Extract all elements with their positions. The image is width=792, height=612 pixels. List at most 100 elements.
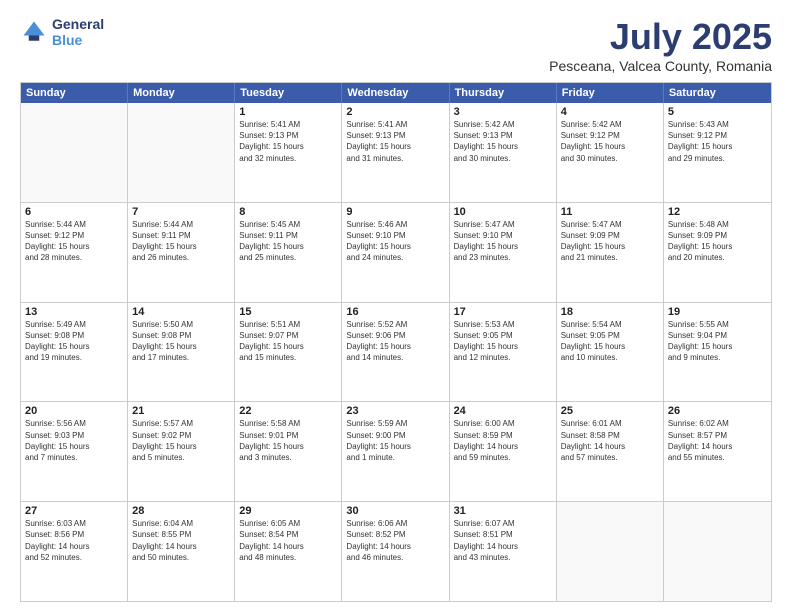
calendar-cell-empty-4-6 — [664, 502, 771, 601]
logo-blue: Blue — [52, 32, 104, 48]
calendar-cell-24: 24Sunrise: 6:00 AM Sunset: 8:59 PM Dayli… — [450, 402, 557, 501]
day-info: Sunrise: 5:52 AM Sunset: 9:06 PM Dayligh… — [346, 319, 444, 364]
calendar-cell-23: 23Sunrise: 5:59 AM Sunset: 9:00 PM Dayli… — [342, 402, 449, 501]
day-info: Sunrise: 5:59 AM Sunset: 9:00 PM Dayligh… — [346, 418, 444, 463]
day-info: Sunrise: 5:42 AM Sunset: 9:13 PM Dayligh… — [454, 119, 552, 164]
calendar-cell-12: 12Sunrise: 5:48 AM Sunset: 9:09 PM Dayli… — [664, 203, 771, 302]
title-block: July 2025 Pesceana, Valcea County, Roman… — [549, 16, 772, 74]
day-number: 28 — [132, 505, 230, 517]
day-number: 13 — [25, 306, 123, 318]
calendar-cell-8: 8Sunrise: 5:45 AM Sunset: 9:11 PM Daylig… — [235, 203, 342, 302]
day-number: 4 — [561, 106, 659, 118]
calendar-cell-21: 21Sunrise: 5:57 AM Sunset: 9:02 PM Dayli… — [128, 402, 235, 501]
header-day-tuesday: Tuesday — [235, 83, 342, 103]
header-day-wednesday: Wednesday — [342, 83, 449, 103]
day-number: 3 — [454, 106, 552, 118]
day-info: Sunrise: 5:41 AM Sunset: 9:13 PM Dayligh… — [346, 119, 444, 164]
day-info: Sunrise: 6:04 AM Sunset: 8:55 PM Dayligh… — [132, 518, 230, 563]
calendar-cell-4: 4Sunrise: 5:42 AM Sunset: 9:12 PM Daylig… — [557, 103, 664, 202]
header-day-sunday: Sunday — [21, 83, 128, 103]
day-info: Sunrise: 5:49 AM Sunset: 9:08 PM Dayligh… — [25, 319, 123, 364]
day-info: Sunrise: 5:48 AM Sunset: 9:09 PM Dayligh… — [668, 219, 767, 264]
logo-text: General Blue — [52, 16, 104, 48]
day-number: 26 — [668, 405, 767, 417]
main-title: July 2025 — [549, 16, 772, 58]
logo: General Blue — [20, 16, 104, 48]
calendar-cell-13: 13Sunrise: 5:49 AM Sunset: 9:08 PM Dayli… — [21, 303, 128, 402]
day-info: Sunrise: 5:47 AM Sunset: 9:09 PM Dayligh… — [561, 219, 659, 264]
day-info: Sunrise: 5:42 AM Sunset: 9:12 PM Dayligh… — [561, 119, 659, 164]
header-day-saturday: Saturday — [664, 83, 771, 103]
calendar-cell-2: 2Sunrise: 5:41 AM Sunset: 9:13 PM Daylig… — [342, 103, 449, 202]
day-number: 27 — [25, 505, 123, 517]
day-number: 10 — [454, 206, 552, 218]
calendar-row-4: 20Sunrise: 5:56 AM Sunset: 9:03 PM Dayli… — [21, 402, 771, 502]
calendar-cell-6: 6Sunrise: 5:44 AM Sunset: 9:12 PM Daylig… — [21, 203, 128, 302]
header-day-thursday: Thursday — [450, 83, 557, 103]
calendar-cell-3: 3Sunrise: 5:42 AM Sunset: 9:13 PM Daylig… — [450, 103, 557, 202]
day-info: Sunrise: 6:06 AM Sunset: 8:52 PM Dayligh… — [346, 518, 444, 563]
calendar-cell-9: 9Sunrise: 5:46 AM Sunset: 9:10 PM Daylig… — [342, 203, 449, 302]
calendar-cell-empty-0-0 — [21, 103, 128, 202]
calendar-cell-10: 10Sunrise: 5:47 AM Sunset: 9:10 PM Dayli… — [450, 203, 557, 302]
calendar-cell-16: 16Sunrise: 5:52 AM Sunset: 9:06 PM Dayli… — [342, 303, 449, 402]
day-number: 17 — [454, 306, 552, 318]
header-day-monday: Monday — [128, 83, 235, 103]
calendar-cell-15: 15Sunrise: 5:51 AM Sunset: 9:07 PM Dayli… — [235, 303, 342, 402]
subtitle: Pesceana, Valcea County, Romania — [549, 58, 772, 74]
day-number: 9 — [346, 206, 444, 218]
day-number: 23 — [346, 405, 444, 417]
day-info: Sunrise: 6:00 AM Sunset: 8:59 PM Dayligh… — [454, 418, 552, 463]
calendar-cell-1: 1Sunrise: 5:41 AM Sunset: 9:13 PM Daylig… — [235, 103, 342, 202]
day-number: 6 — [25, 206, 123, 218]
page: General Blue July 2025 Pesceana, Valcea … — [0, 0, 792, 612]
day-info: Sunrise: 6:03 AM Sunset: 8:56 PM Dayligh… — [25, 518, 123, 563]
day-info: Sunrise: 5:53 AM Sunset: 9:05 PM Dayligh… — [454, 319, 552, 364]
day-info: Sunrise: 6:07 AM Sunset: 8:51 PM Dayligh… — [454, 518, 552, 563]
day-number: 14 — [132, 306, 230, 318]
day-info: Sunrise: 5:50 AM Sunset: 9:08 PM Dayligh… — [132, 319, 230, 364]
calendar-cell-17: 17Sunrise: 5:53 AM Sunset: 9:05 PM Dayli… — [450, 303, 557, 402]
day-info: Sunrise: 6:02 AM Sunset: 8:57 PM Dayligh… — [668, 418, 767, 463]
logo-icon — [20, 18, 48, 46]
day-info: Sunrise: 5:54 AM Sunset: 9:05 PM Dayligh… — [561, 319, 659, 364]
day-number: 15 — [239, 306, 337, 318]
day-number: 18 — [561, 306, 659, 318]
calendar-row-2: 6Sunrise: 5:44 AM Sunset: 9:12 PM Daylig… — [21, 203, 771, 303]
day-number: 31 — [454, 505, 552, 517]
day-number: 25 — [561, 405, 659, 417]
day-number: 29 — [239, 505, 337, 517]
calendar-cell-5: 5Sunrise: 5:43 AM Sunset: 9:12 PM Daylig… — [664, 103, 771, 202]
day-info: Sunrise: 5:45 AM Sunset: 9:11 PM Dayligh… — [239, 219, 337, 264]
day-info: Sunrise: 5:41 AM Sunset: 9:13 PM Dayligh… — [239, 119, 337, 164]
day-info: Sunrise: 6:01 AM Sunset: 8:58 PM Dayligh… — [561, 418, 659, 463]
calendar-cell-19: 19Sunrise: 5:55 AM Sunset: 9:04 PM Dayli… — [664, 303, 771, 402]
day-info: Sunrise: 5:57 AM Sunset: 9:02 PM Dayligh… — [132, 418, 230, 463]
day-info: Sunrise: 5:51 AM Sunset: 9:07 PM Dayligh… — [239, 319, 337, 364]
day-number: 2 — [346, 106, 444, 118]
calendar-row-5: 27Sunrise: 6:03 AM Sunset: 8:56 PM Dayli… — [21, 502, 771, 601]
calendar-cell-11: 11Sunrise: 5:47 AM Sunset: 9:09 PM Dayli… — [557, 203, 664, 302]
calendar-cell-22: 22Sunrise: 5:58 AM Sunset: 9:01 PM Dayli… — [235, 402, 342, 501]
day-number: 8 — [239, 206, 337, 218]
calendar-cell-31: 31Sunrise: 6:07 AM Sunset: 8:51 PM Dayli… — [450, 502, 557, 601]
day-number: 20 — [25, 405, 123, 417]
calendar: SundayMondayTuesdayWednesdayThursdayFrid… — [20, 82, 772, 602]
day-number: 22 — [239, 405, 337, 417]
day-info: Sunrise: 6:05 AM Sunset: 8:54 PM Dayligh… — [239, 518, 337, 563]
day-info: Sunrise: 5:58 AM Sunset: 9:01 PM Dayligh… — [239, 418, 337, 463]
day-number: 12 — [668, 206, 767, 218]
logo-general: General — [52, 16, 104, 32]
header: General Blue July 2025 Pesceana, Valcea … — [20, 16, 772, 74]
calendar-header: SundayMondayTuesdayWednesdayThursdayFrid… — [21, 83, 771, 103]
calendar-cell-27: 27Sunrise: 6:03 AM Sunset: 8:56 PM Dayli… — [21, 502, 128, 601]
day-number: 1 — [239, 106, 337, 118]
calendar-cell-20: 20Sunrise: 5:56 AM Sunset: 9:03 PM Dayli… — [21, 402, 128, 501]
day-info: Sunrise: 5:44 AM Sunset: 9:12 PM Dayligh… — [25, 219, 123, 264]
calendar-cell-25: 25Sunrise: 6:01 AM Sunset: 8:58 PM Dayli… — [557, 402, 664, 501]
day-number: 24 — [454, 405, 552, 417]
day-number: 19 — [668, 306, 767, 318]
calendar-cell-14: 14Sunrise: 5:50 AM Sunset: 9:08 PM Dayli… — [128, 303, 235, 402]
day-info: Sunrise: 5:46 AM Sunset: 9:10 PM Dayligh… — [346, 219, 444, 264]
calendar-row-1: 1Sunrise: 5:41 AM Sunset: 9:13 PM Daylig… — [21, 103, 771, 203]
